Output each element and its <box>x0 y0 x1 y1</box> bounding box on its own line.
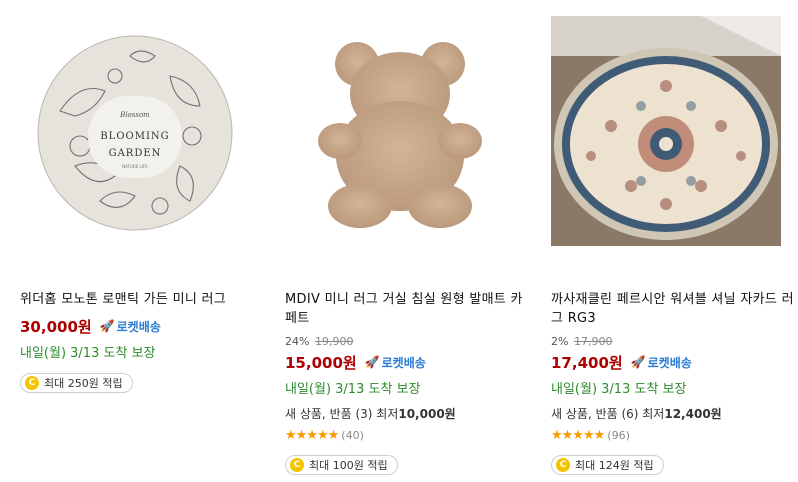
product-name[interactable]: 위더홈 모노톤 로맨틱 가든 미니 러그 <box>20 290 265 309</box>
svg-text:Blossom: Blossom <box>119 111 150 119</box>
product-image[interactable] <box>551 16 781 246</box>
star-icon: ★★★★★ <box>285 428 339 443</box>
svg-text:BLOOMING: BLOOMING <box>100 131 169 142</box>
product-image[interactable]: Blossom BLOOMING GARDEN NATURE LIFE <box>20 16 250 246</box>
coin-icon: C <box>290 458 304 472</box>
product-name[interactable]: 까사재클린 페르시안 워셔블 셔닐 자카드 러그 RG3 <box>551 290 796 328</box>
review-count: (96) <box>607 429 630 442</box>
used-offer[interactable]: 새 상품, 반품 (3) 최저10,000원 <box>285 405 530 422</box>
product-card[interactable]: 까사재클린 페르시안 워셔블 셔닐 자카드 러그 RG3 2% 17,900 1… <box>551 0 796 475</box>
rocket-icon: 🚀 <box>99 319 115 333</box>
rating: ★★★★★ (40) <box>285 428 530 443</box>
original-price: 19,900 <box>314 335 354 348</box>
discount-rate: 2% <box>551 335 569 348</box>
reward-badge: C 최대 124원 적립 <box>551 455 664 475</box>
rocket-icon: 🚀 <box>364 355 380 369</box>
arrival-info: 내일(월) 3/13 도착 보장 <box>20 346 156 361</box>
rocket-label: 로켓배송 <box>647 355 692 370</box>
used-offer-price: 10,000원 <box>398 407 456 421</box>
original-price: 17,900 <box>573 335 613 348</box>
reward-text: 최대 250원 적립 <box>44 377 123 390</box>
product-image[interactable] <box>285 16 515 246</box>
rocket-icon: 🚀 <box>630 355 646 369</box>
price-row: 15,000원 🚀 로켓배송 <box>285 351 530 373</box>
rocket-delivery-badge: 🚀 로켓배송 <box>100 318 161 335</box>
product-card[interactable]: MDIV 미니 러그 거실 침실 원형 발매트 카페트 24% 19,900 1… <box>285 0 530 475</box>
sale-price: 30,000원 <box>20 317 92 336</box>
rocket-delivery-badge: 🚀 로켓배송 <box>631 354 692 371</box>
rocket-label: 로켓배송 <box>116 319 161 334</box>
coin-icon: C <box>25 376 39 390</box>
discount-row: 2% 17,900 <box>551 335 796 349</box>
rocket-delivery-badge: 🚀 로켓배송 <box>365 354 426 371</box>
price-row: 17,400원 🚀 로켓배송 <box>551 351 796 373</box>
product-grid: Blossom BLOOMING GARDEN NATURE LIFE 위더홈 … <box>0 0 798 482</box>
sale-price: 17,400원 <box>551 353 623 372</box>
used-offer-prefix: 새 상품, 반품 (3) 최저 <box>285 407 399 421</box>
svg-text:GARDEN: GARDEN <box>109 148 162 159</box>
reward-badge: C 최대 100원 적립 <box>285 455 398 475</box>
product-name[interactable]: MDIV 미니 러그 거실 침실 원형 발매트 카페트 <box>285 290 530 328</box>
rug-image-blooming-garden: Blossom BLOOMING GARDEN NATURE LIFE <box>37 35 233 231</box>
reward-badge: C 최대 250원 적립 <box>20 373 133 393</box>
rating: ★★★★★ (96) <box>551 428 796 443</box>
used-offer-prefix: 새 상품, 반품 (6) 최저 <box>551 407 665 421</box>
discount-row: 24% 19,900 <box>285 335 530 349</box>
svg-text:NATURE LIFE: NATURE LIFE <box>122 164 148 169</box>
used-offer[interactable]: 새 상품, 반품 (6) 최저12,400원 <box>551 405 796 422</box>
product-card[interactable]: Blossom BLOOMING GARDEN NATURE LIFE 위더홈 … <box>20 0 265 393</box>
review-count: (40) <box>341 429 364 442</box>
coin-icon: C <box>556 458 570 472</box>
rocket-label: 로켓배송 <box>381 355 426 370</box>
discount-rate: 24% <box>285 335 310 348</box>
arrival-info: 내일(월) 3/13 도착 보장 <box>285 382 421 397</box>
price-row: 30,000원 🚀 로켓배송 <box>20 315 265 337</box>
reward-text: 최대 124원 적립 <box>575 459 654 472</box>
rug-image-bear <box>318 42 482 228</box>
used-offer-price: 12,400원 <box>664 407 722 421</box>
sale-price: 15,000원 <box>285 353 357 372</box>
star-icon: ★★★★★ <box>551 428 605 443</box>
reward-text: 최대 100원 적립 <box>309 459 388 472</box>
rug-image-persian <box>551 16 781 246</box>
arrival-info: 내일(월) 3/13 도착 보장 <box>551 382 687 397</box>
